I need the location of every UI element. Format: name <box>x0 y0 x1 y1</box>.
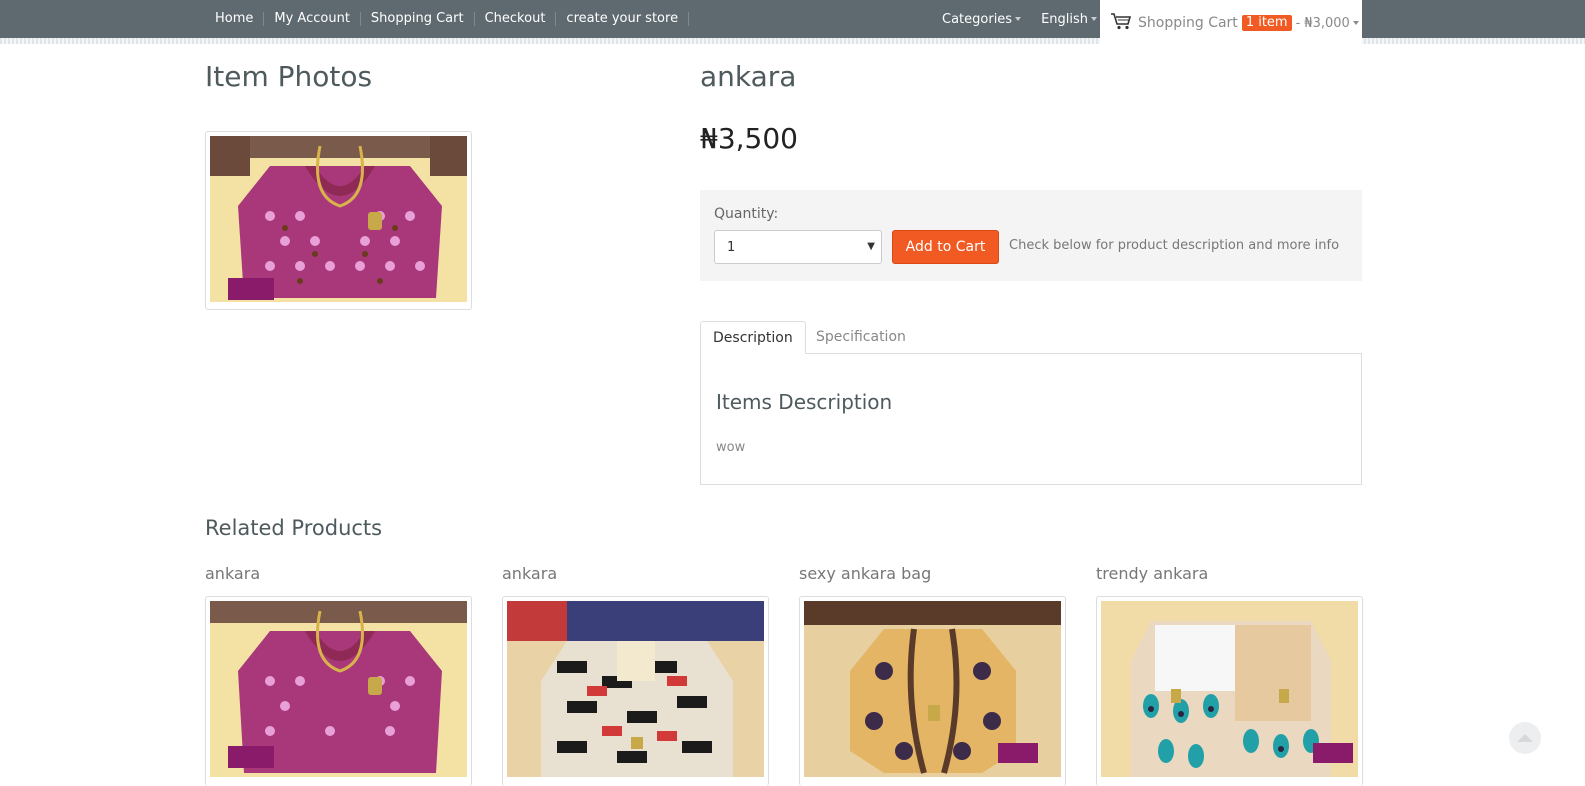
red-black-ankara-bag-image <box>507 601 764 777</box>
nav-shopping-cart-link[interactable]: Shopping Cart <box>361 12 475 26</box>
product-title: ankara <box>700 60 797 93</box>
related-product-image-3[interactable] <box>799 596 1066 786</box>
nav-create-store-link[interactable]: create your store <box>556 12 690 26</box>
chevron-up-icon <box>1517 734 1533 742</box>
related-product-name[interactable]: sexy ankara bag <box>799 564 931 583</box>
product-price: ₦3,500 <box>700 122 798 155</box>
buy-hint-text: Check below for product description and … <box>1009 238 1340 253</box>
caret-down-icon <box>1091 17 1098 21</box>
shopping-cart-icon <box>1110 12 1132 34</box>
description-panel: Items Description wow <box>700 353 1362 485</box>
cart-dropdown[interactable]: Shopping Cart 1 item - ₦3,000 <box>1100 0 1362 46</box>
caret-down-icon <box>1352 21 1359 25</box>
quantity-value: 1 <box>727 240 736 255</box>
language-label: English <box>1041 11 1089 27</box>
cart-separator: - <box>1295 15 1301 31</box>
quantity-label: Quantity: <box>714 206 779 222</box>
pink-ankara-bag-image <box>210 601 467 777</box>
related-product-name[interactable]: ankara <box>205 564 260 583</box>
add-to-cart-button[interactable]: Add to Cart <box>892 230 999 264</box>
related-product-image-4[interactable] <box>1096 596 1363 786</box>
item-photos-heading: Item Photos <box>205 60 373 93</box>
product-photo[interactable] <box>205 131 472 310</box>
product-tabs: Description Specification <box>700 321 1362 354</box>
buy-panel: Quantity: 1 ▼ Add to Cart Check below fo… <box>700 190 1362 281</box>
select-arrow-icon: ▼ <box>867 241 875 252</box>
nav-right: Categories English <box>932 0 1107 38</box>
related-product-name[interactable]: ankara <box>502 564 557 583</box>
items-description-text: wow <box>716 440 746 455</box>
related-products-heading: Related Products <box>205 516 383 540</box>
nav-home-link[interactable]: Home <box>205 12 265 26</box>
tab-description[interactable]: Description <box>700 321 806 354</box>
caret-down-icon <box>1015 17 1022 21</box>
scroll-to-top-button[interactable] <box>1509 722 1541 754</box>
nav-my-account-link[interactable]: My Account <box>264 12 361 26</box>
brown-ankara-bag-image <box>804 601 1061 777</box>
quantity-select[interactable]: 1 ▼ <box>714 230 882 264</box>
teal-ankara-bag-image <box>1101 601 1358 777</box>
language-dropdown[interactable]: English <box>1031 12 1107 27</box>
nav-checkout-link[interactable]: Checkout <box>475 12 557 26</box>
categories-dropdown[interactable]: Categories <box>932 12 1031 27</box>
items-description-heading: Items Description <box>716 390 893 414</box>
nav-links: Home My Account Shopping Cart Checkout c… <box>205 0 690 38</box>
related-product-image-1[interactable] <box>205 596 472 786</box>
related-product-image-2[interactable] <box>502 596 769 786</box>
cart-label: Shopping Cart <box>1138 15 1238 31</box>
cart-count-badge: 1 item <box>1241 15 1292 31</box>
cart-total: ₦3,000 <box>1304 15 1350 31</box>
related-product-name[interactable]: trendy ankara <box>1096 564 1208 583</box>
categories-label: Categories <box>942 11 1013 27</box>
tab-specification[interactable]: Specification <box>804 321 918 354</box>
pink-ankara-bag-image <box>210 136 467 302</box>
